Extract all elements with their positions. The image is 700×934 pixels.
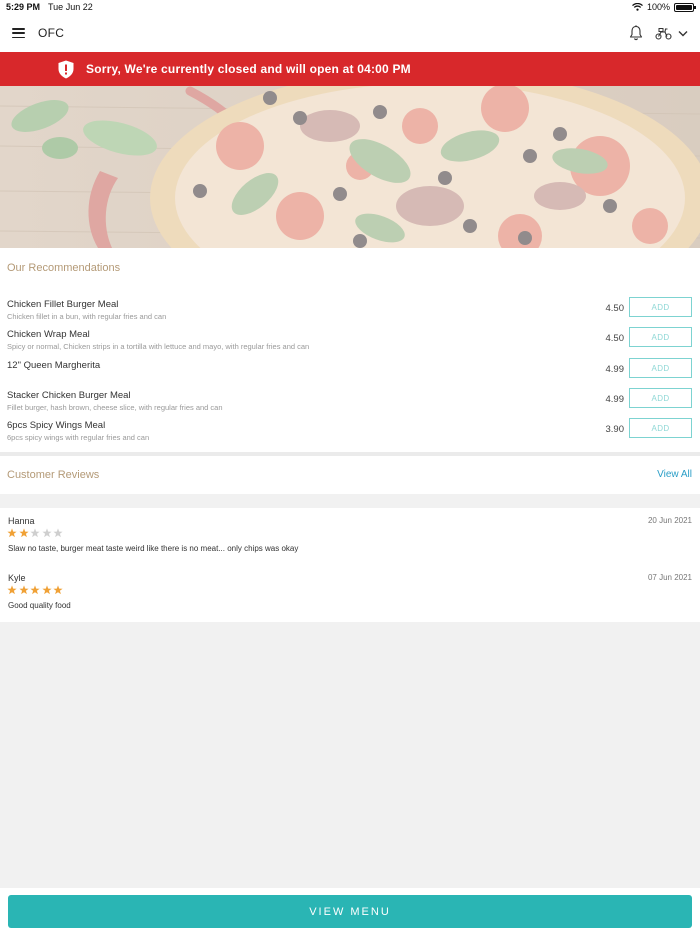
menu-item-price: 3.90 (605, 424, 625, 435)
delivery-mode-selector[interactable] (655, 26, 688, 40)
menu-item-name: Chicken Wrap Meal (7, 329, 90, 340)
status-time: 5:29 PM (6, 2, 41, 12)
closed-banner: Sorry, We're currently closed and will o… (0, 52, 700, 86)
star-filled-icon (53, 585, 63, 595)
star-filled-icon (7, 528, 17, 538)
reviews-header: Customer Reviews View All (0, 456, 700, 494)
menu-item-description: Spicy or normal, Chicken strips in a tor… (7, 342, 310, 351)
battery-icon (674, 2, 696, 12)
view-all-link[interactable]: View All (657, 469, 692, 480)
menu-item-name: Stacker Chicken Burger Meal (7, 390, 131, 401)
menu-item: Stacker Chicken Burger Meal Fillet burge… (0, 388, 700, 418)
review-text: Slaw no taste, burger meat taste weird l… (8, 544, 299, 553)
menu-item-price: 4.99 (605, 394, 625, 405)
star-empty-icon (30, 528, 40, 538)
add-button[interactable]: ADD (629, 358, 692, 378)
bottom-bar: VIEW MENU (0, 888, 700, 934)
menu-item-price: 4.99 (605, 364, 625, 375)
header-actions (629, 25, 688, 41)
star-empty-icon (41, 528, 52, 538)
reviews-title: Customer Reviews (7, 469, 100, 481)
recommendations-section: Our Recommendations Chicken Fillet Burge… (0, 248, 700, 452)
status-right: 100% (632, 2, 696, 12)
review-date: 07 Jun 2021 (647, 573, 692, 582)
menu-item-price: 4.50 (605, 303, 625, 314)
closed-message: Sorry, We're currently closed and will o… (86, 62, 411, 76)
view-menu-button[interactable]: VIEW MENU (8, 895, 692, 928)
add-button[interactable]: ADD (629, 297, 692, 317)
reviewer-name: Hanna (8, 516, 35, 526)
menu-item-description: 6pcs spicy wings with regular fries and … (7, 433, 150, 442)
star-filled-icon (7, 585, 17, 595)
add-button[interactable]: ADD (629, 418, 692, 438)
review-item: Kyle 07 Jun 2021 Good quality food (0, 573, 700, 623)
menu-item: 12" Queen Margherita 4.99 ADD (0, 358, 700, 388)
status-bar: 5:29 PM Tue Jun 22 100% (0, 0, 700, 14)
reviewer-name: Kyle (8, 573, 26, 583)
add-button[interactable]: ADD (629, 388, 692, 408)
chevron-down-icon (678, 30, 688, 36)
review-text: Good quality food (8, 601, 71, 610)
star-filled-icon (18, 585, 29, 595)
star-filled-icon (41, 585, 52, 595)
wifi-icon (632, 3, 643, 11)
bell-icon[interactable] (629, 25, 643, 41)
menu-item-name: 6pcs Spicy Wings Meal (7, 420, 106, 431)
app-header: OFC (0, 14, 700, 52)
menu-item-name: Chicken Fillet Burger Meal (7, 299, 119, 310)
battery-percent: 100% (646, 2, 670, 12)
menu-item: 6pcs Spicy Wings Meal 6pcs spicy wings w… (0, 418, 700, 448)
menu-item: Chicken Fillet Burger Meal Chicken fille… (0, 297, 700, 327)
star-rating (7, 585, 63, 595)
menu-item: Chicken Wrap Meal Spicy or normal, Chick… (0, 327, 700, 357)
menu-item-name: 12" Queen Margherita (7, 360, 101, 371)
section-gap (0, 494, 700, 508)
app-title: OFC (38, 26, 65, 40)
menu-item-price: 4.50 (605, 333, 625, 344)
star-filled-icon (18, 528, 29, 538)
review-item: Hanna 20 Jun 2021 Slaw no taste, burger … (0, 516, 700, 566)
recommendations-title: Our Recommendations (7, 262, 121, 274)
star-filled-icon (30, 585, 40, 595)
delivery-scooter-icon (655, 28, 672, 40)
menu-item-description: Fillet burger, hash brown, cheese slice,… (7, 403, 223, 412)
star-rating (7, 528, 63, 538)
review-date: 20 Jun 2021 (647, 516, 692, 525)
star-empty-icon (53, 528, 63, 538)
menu-icon[interactable] (12, 28, 25, 38)
shield-alert-icon (58, 60, 74, 79)
hero-image (0, 86, 700, 248)
add-button[interactable]: ADD (629, 327, 692, 347)
menu-item-description: Chicken fillet in a bun, with regular fr… (7, 312, 167, 321)
status-date: Tue Jun 22 (48, 2, 93, 12)
reviews-list: Hanna 20 Jun 2021 Slaw no taste, burger … (0, 508, 700, 622)
